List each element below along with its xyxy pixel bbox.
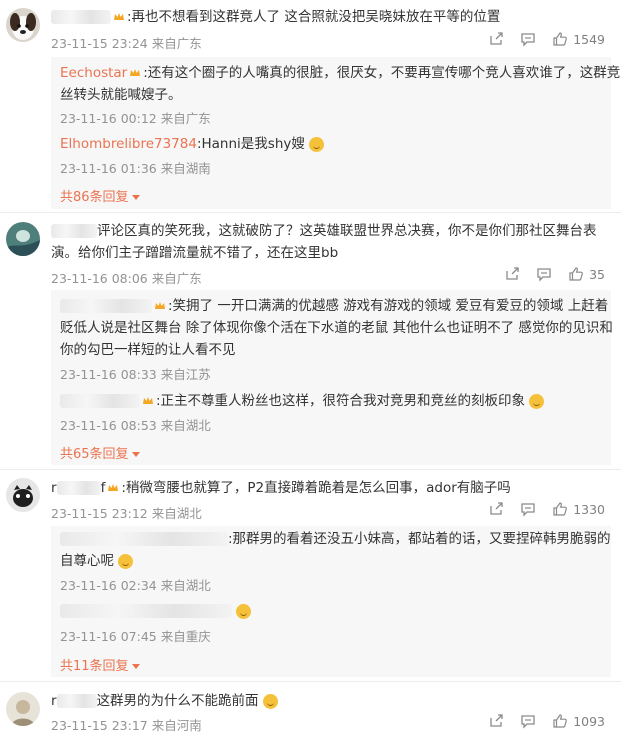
- like-button[interactable]: 1549: [552, 31, 605, 47]
- comment-3-text-line: r f :稍微弯腰也就算了，P2直接蹲着跪着是怎么回事，ador有脑子吗: [51, 477, 511, 499]
- avatar[interactable]: [6, 222, 40, 256]
- reply-meta: 23-11-16 00:12 来自广东: [60, 111, 211, 126]
- shy-emoji-icon: [309, 136, 325, 152]
- more-replies-label: 共65条回复: [60, 447, 129, 462]
- reply-text: :那群男的看着还没五小妹高，都站着的话，又要捏碎韩男脆弱的: [228, 531, 611, 547]
- avatar[interactable]: [6, 8, 40, 42]
- reply-1-line2: 自尊心呢: [60, 550, 134, 572]
- thumbs-up-icon: [553, 714, 568, 728]
- reply-username[interactable]: Elhombrelibre73784: [60, 136, 197, 152]
- comment-actions: 1549: [488, 31, 605, 47]
- blurred-username[interactable]: [56, 694, 97, 708]
- reply-1-line2: 贬低人说是社区舞台 除了体现你像个活在下水道的老鼠 其他什么也证明不了 感觉你的…: [60, 320, 613, 336]
- blurred-username[interactable]: [60, 394, 140, 408]
- like-button[interactable]: 1093: [552, 713, 605, 729]
- comment-1-text-line: :再也不想看到这群竞人了 这合照就没把吴晓妹放在平等的位置: [51, 6, 500, 28]
- more-replies-label: 共86条回复: [60, 190, 129, 205]
- comment-meta: 23-11-16 08:06 来自广东: [51, 271, 202, 286]
- more-replies-label: 共11条回复: [60, 659, 129, 674]
- reply-meta: 23-11-16 07:45 来自重庆: [60, 629, 211, 644]
- vip-crown-icon: [130, 69, 141, 76]
- laugh-emoji-icon: [529, 393, 545, 409]
- comment-icon[interactable]: [520, 31, 536, 47]
- reply-text-line2: 自尊心呢: [60, 553, 114, 569]
- comment-4-text-line: r 这群男的为什么不能跪前面: [51, 690, 278, 712]
- reply-2-line1: :正主不尊重人粉丝也这样，很符合我对竞男和竞丝的刻板印象: [60, 390, 545, 412]
- vip-crown-icon: [155, 302, 165, 309]
- comment-text: 评论区真的笑死我，这就破防了？这英雄联盟世界总决赛，你不是你们那社区舞台表: [97, 223, 597, 239]
- share-icon[interactable]: [488, 713, 504, 729]
- share-icon[interactable]: [488, 501, 504, 517]
- comment-text: :再也不想看到这群竞人了 这合照就没把吴晓妹放在平等的位置: [127, 9, 501, 25]
- vip-crown-icon: [143, 397, 153, 404]
- blurred-username[interactable]: [51, 10, 111, 24]
- reply-username[interactable]: Eechostar: [60, 65, 127, 81]
- reply-text: :笑拥了 一开口满满的优越感 游戏有游戏的领域 爱豆有爱豆的领域 上赶着: [168, 298, 609, 314]
- reply-1-line1: Eechostar :还有这个圈子的人嘴真的很脏，很厌女，不要再宣传哪个竞人喜欢谁…: [60, 62, 620, 84]
- reply-text: :Hanni是我shy嫂: [196, 136, 305, 152]
- divider: [0, 469, 621, 470]
- more-replies-link[interactable]: 共65条回复: [60, 443, 140, 462]
- username-suffix[interactable]: f: [101, 480, 106, 496]
- share-icon[interactable]: [488, 31, 504, 47]
- vip-crown-icon: [108, 484, 119, 491]
- username-prefix[interactable]: r: [51, 693, 57, 709]
- comment-meta: 23-11-15 23:17 来自河南: [51, 718, 202, 733]
- username-prefix[interactable]: r: [51, 480, 57, 496]
- reply-2-line1: [60, 600, 252, 622]
- blurred-username[interactable]: [60, 532, 228, 546]
- cry-emoji-icon: [118, 553, 134, 569]
- caret-down-icon: [131, 195, 140, 200]
- reply-1-line1: :笑拥了 一开口满满的优越感 游戏有游戏的领域 爱豆有爱豆的领域 上赶着: [60, 295, 608, 317]
- comment-text: 这群男的为什么不能跪前面: [96, 693, 259, 709]
- reply-meta: 23-11-16 08:53 来自湖北: [60, 418, 211, 433]
- comment-actions: 1330: [488, 501, 605, 517]
- like-button[interactable]: 1330: [552, 501, 605, 517]
- blurred-username[interactable]: [60, 299, 152, 313]
- comment-meta: 23-11-15 23:12 来自湖北: [51, 506, 202, 521]
- thumbs-up-icon: [569, 267, 583, 281]
- smile-emoji-icon: [262, 693, 278, 709]
- reply-text: :正主不尊重人粉丝也这样，很符合我对竞男和竞丝的刻板印象: [156, 393, 526, 409]
- blurred-username[interactable]: [60, 604, 232, 618]
- avatar[interactable]: [6, 478, 40, 512]
- caret-down-icon: [131, 664, 140, 669]
- like-count: 35: [589, 266, 605, 282]
- comment-2-text-line: 评论区真的笑死我，这就破防了？这英雄联盟世界总决赛，你不是你们那社区舞台表: [51, 220, 597, 242]
- like-count: 1549: [573, 31, 605, 47]
- comment-actions: 1093: [488, 713, 605, 729]
- comment-icon[interactable]: [536, 266, 552, 282]
- like-count: 1330: [573, 501, 605, 517]
- like-count: 1093: [573, 713, 605, 729]
- caret-down-icon: [131, 452, 140, 457]
- blurred-username[interactable]: [56, 481, 101, 495]
- reply-1-line2: 丝转头就能喊嫂子。: [60, 87, 182, 103]
- comment-actions: 35: [504, 266, 605, 282]
- more-replies-link[interactable]: 共11条回复: [60, 655, 140, 674]
- reply-1-line1: :那群男的看着还没五小妹高，都站着的话，又要捏碎韩男脆弱的: [60, 528, 611, 550]
- vip-crown-icon: [114, 13, 124, 20]
- divider: [0, 681, 621, 682]
- reply-1-line3: 你的勾巴一样短的让人看不见: [60, 342, 236, 358]
- comment-meta: 23-11-15 23:24 来自广东: [51, 36, 202, 51]
- share-icon[interactable]: [504, 266, 520, 282]
- smile-emoji-icon: [236, 603, 252, 619]
- reply-meta: 23-11-16 01:36 来自湖南: [60, 161, 211, 176]
- reply-2-line1: Elhombrelibre73784:Hanni是我shy嫂: [60, 133, 325, 155]
- blurred-username[interactable]: [51, 224, 97, 238]
- avatar[interactable]: [6, 692, 40, 726]
- comment-icon[interactable]: [520, 501, 536, 517]
- thumbs-up-icon: [553, 32, 568, 46]
- thumbs-up-icon: [553, 502, 568, 516]
- reply-meta: 23-11-16 08:33 来自江苏: [60, 367, 211, 382]
- reply-meta: 23-11-16 02:34 来自湖北: [60, 578, 211, 593]
- comment-text: :稍微弯腰也就算了，P2直接蹲着跪着是怎么回事，ador有脑子吗: [121, 480, 511, 496]
- divider: [0, 212, 621, 213]
- like-button[interactable]: 35: [568, 266, 605, 282]
- reply-text: :还有这个圈子的人嘴真的很脏，很厌女，不要再宣传哪个竞人喜欢谁了，这群竞: [143, 65, 621, 81]
- comment-text-line2: 演。给你们主子蹭蹭流量就不错了，还在这里bb: [51, 245, 339, 261]
- more-replies-link[interactable]: 共86条回复: [60, 186, 140, 205]
- comment-icon[interactable]: [520, 713, 536, 729]
